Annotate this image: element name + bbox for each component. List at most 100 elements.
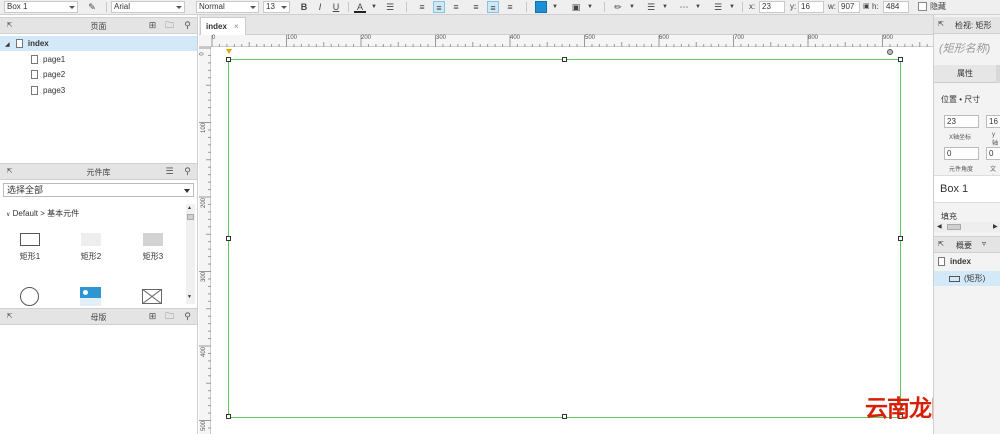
font-family-dropdown[interactable]: Arial	[111, 1, 185, 13]
resize-handle-nw[interactable]	[226, 57, 231, 62]
corner-radius-handle-icon[interactable]	[226, 49, 232, 54]
underline-button[interactable]: U	[330, 1, 342, 13]
placeholder-box-icon[interactable]	[141, 288, 163, 305]
shape-name-field[interactable]: (矩形名称)	[939, 40, 990, 56]
add-folder-icon[interactable]: 🗀	[165, 312, 174, 321]
fill-color-chevron-icon[interactable]: ▼	[549, 1, 561, 13]
align-middle-icon[interactable]: ≡	[487, 1, 499, 13]
inspector-hscrollbar[interactable]: ◀ ▶	[934, 222, 1000, 232]
tree-item-page1[interactable]: page1	[0, 52, 197, 67]
y-coordinate-input[interactable]: 16	[798, 1, 824, 13]
add-page-icon[interactable]: ⊞	[148, 21, 157, 30]
x-coordinate-input[interactable]: 23	[759, 1, 785, 13]
design-canvas[interactable]: 云南龙网	[212, 48, 954, 434]
outline-root[interactable]: index	[938, 257, 971, 267]
ruler-label: 600	[659, 35, 670, 41]
tab-properties[interactable]: 属性	[934, 65, 996, 83]
align-left-icon[interactable]: ≡	[416, 1, 428, 13]
library-select[interactable]: 选择全部	[3, 183, 194, 197]
shadow-icon[interactable]: ▣	[570, 1, 582, 13]
ruler-ticks	[199, 47, 211, 429]
collapse-icon[interactable]: ⇱	[938, 20, 944, 28]
menu-icon[interactable]: ☰	[165, 167, 174, 176]
resize-handle-s[interactable]	[562, 414, 567, 419]
lock-ratio-icon[interactable]: ▣	[863, 2, 870, 12]
hill-shape	[80, 298, 101, 306]
ruler-label: 0	[212, 35, 216, 41]
library-category[interactable]: ∨ Default > 基本元件	[6, 208, 79, 219]
search-icon[interactable]: ⚲	[183, 21, 192, 30]
collapse-icon[interactable]: ⇱	[938, 240, 944, 248]
line-color-icon[interactable]: ✏	[612, 1, 624, 13]
rotate-handle-icon[interactable]	[887, 49, 893, 55]
library-item-rect3[interactable]: 矩形3	[133, 233, 173, 262]
library-item-rect2[interactable]: 矩形2	[71, 233, 111, 262]
tab-index[interactable]: index ×	[200, 17, 246, 35]
close-icon[interactable]: ×	[234, 18, 239, 35]
arrow-style-icon[interactable]: ☰	[712, 1, 724, 13]
bold-button[interactable]: B	[298, 1, 310, 13]
tree-item-index[interactable]: ◢ index	[0, 36, 197, 51]
format-painter-icon[interactable]: ✎	[86, 1, 98, 13]
chevron-down-icon	[176, 6, 182, 9]
search-icon[interactable]: ⚲	[183, 312, 192, 321]
resize-handle-w[interactable]	[226, 236, 231, 241]
resize-handle-n[interactable]	[562, 57, 567, 62]
align-top-icon[interactable]: ≡	[470, 1, 482, 13]
arrow-style-chevron-icon[interactable]: ▼	[726, 1, 738, 13]
align-center-icon[interactable]: ≡	[433, 1, 445, 13]
scroll-right-icon[interactable]: ▶	[993, 223, 998, 230]
resize-handle-e[interactable]	[898, 236, 903, 241]
tree-item-page3[interactable]: page3	[0, 83, 197, 98]
font-style-dropdown[interactable]: Normal	[196, 1, 259, 13]
align-bottom-icon[interactable]: ≡	[504, 1, 516, 13]
resize-handle-ne[interactable]	[898, 57, 903, 62]
widget-name[interactable]: Box 1	[940, 183, 968, 195]
ellipse-icon[interactable]	[20, 287, 39, 306]
scrollbar-thumb[interactable]	[947, 224, 961, 230]
x-label: x:	[749, 2, 756, 11]
rotation-input[interactable]: 0	[944, 147, 979, 160]
align-right-icon[interactable]: ≡	[450, 1, 462, 13]
selected-rectangle[interactable]	[228, 59, 901, 418]
height-input[interactable]: 484	[883, 1, 909, 13]
inspector-y-input[interactable]: 16	[986, 115, 1000, 128]
text-color-button[interactable]: A	[354, 1, 366, 13]
library-scrollbar[interactable]: ▲ ▼	[186, 204, 195, 304]
library-item-rect1[interactable]: 矩形1	[10, 233, 50, 262]
line-style-chevron-icon[interactable]: ▼	[692, 1, 704, 13]
inspector-x-input[interactable]: 23	[944, 115, 979, 128]
text-rotation-input[interactable]: 0	[986, 147, 1000, 160]
fill-color-button[interactable]	[535, 1, 547, 13]
separator	[604, 2, 605, 12]
resize-handle-sw[interactable]	[226, 414, 231, 419]
text-color-chevron-icon[interactable]: ▼	[368, 1, 380, 13]
hidden-checkbox[interactable]	[918, 2, 927, 11]
scroll-down-icon[interactable]: ▼	[187, 294, 192, 300]
scrollbar-thumb[interactable]	[187, 214, 194, 220]
font-size-dropdown[interactable]: 13	[263, 1, 290, 13]
search-icon[interactable]: ⚲	[183, 167, 192, 176]
ruler-label: 900	[883, 35, 894, 41]
width-input[interactable]: 907	[838, 1, 860, 13]
add-folder-icon[interactable]: 🗀	[165, 21, 174, 30]
scroll-left-icon[interactable]: ◀	[937, 223, 942, 230]
chevron-down-icon	[69, 6, 75, 9]
tab-next[interactable]	[996, 65, 1000, 83]
line-style-icon[interactable]: ⋯	[678, 1, 690, 13]
add-master-icon[interactable]: ⊞	[148, 312, 157, 321]
italic-button[interactable]: I	[314, 1, 326, 13]
sun-shape	[83, 290, 88, 295]
filter-icon[interactable]: ▿	[982, 239, 986, 248]
tree-item-page2[interactable]: page2	[0, 67, 197, 82]
line-width-chevron-icon[interactable]: ▼	[659, 1, 671, 13]
bullet-list-icon[interactable]: ☰	[384, 1, 396, 13]
element-name-dropdown[interactable]: Box 1	[4, 1, 78, 13]
shadow-chevron-icon[interactable]: ▼	[584, 1, 596, 13]
line-width-icon[interactable]: ☰	[645, 1, 657, 13]
expand-arrow-icon[interactable]: ◢	[5, 42, 10, 48]
outline-item-rect[interactable]: (矩形)	[934, 271, 1000, 286]
image-placeholder-icon[interactable]	[80, 287, 101, 306]
scroll-up-icon[interactable]: ▲	[187, 205, 192, 211]
line-color-chevron-icon[interactable]: ▼	[626, 1, 638, 13]
